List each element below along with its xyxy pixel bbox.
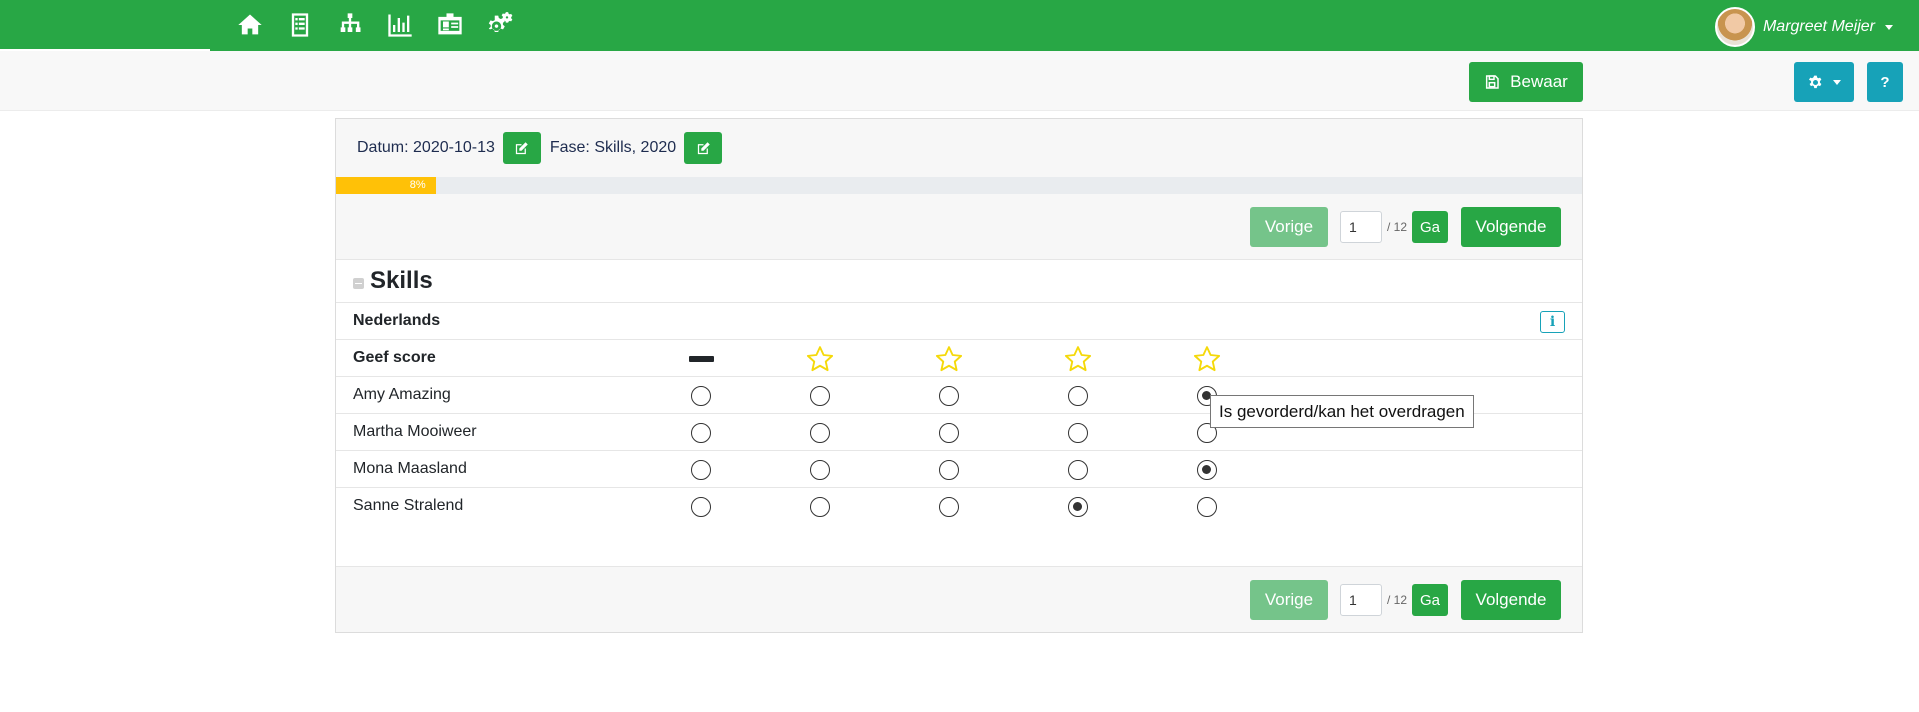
page-number-input[interactable] [1339,211,1382,243]
edit-icon [697,141,710,154]
hierarchy-icon[interactable] [336,10,364,40]
score-radio[interactable] [691,459,711,480]
floppy-disk-icon [1486,75,1499,89]
score-radio[interactable] [810,385,830,406]
score-radio[interactable] [1068,459,1088,480]
bottom-pager: Vorige / 12 Ga Volgende [336,566,1582,632]
student-name: Amy Amazing [353,386,451,403]
score-radio-cell [1063,451,1093,488]
avatar [1714,7,1755,47]
phase-text: Fase: Skills, 2020 [549,139,677,156]
star-icon[interactable] [805,340,835,377]
score-radio[interactable] [810,459,830,480]
caret-down-icon [1885,24,1893,30]
score-radio-cell [686,488,716,525]
score-radio-cell [1192,451,1222,488]
previous-button[interactable]: Vorige [1249,207,1328,247]
go-button[interactable]: Ga [1412,211,1448,243]
score-radio-cell [805,451,835,488]
settings-dropdown-button[interactable] [1794,62,1854,102]
section-title: Skills [370,267,433,294]
date-text: Datum: 2020-10-13 [357,139,495,156]
score-radio-cell [934,488,964,525]
score-radio-cell [805,488,835,525]
progress-fill: 8% [336,177,436,194]
gear-icon [1808,75,1821,88]
save-label: Bewaar [1510,72,1568,91]
score-radio[interactable] [939,422,959,443]
nav-icon-group [236,10,514,40]
student-name: Sanne Stralend [353,497,464,514]
score-radio[interactable] [1068,422,1088,443]
score-radio-cell [1063,414,1093,451]
action-toolbar: Bewaar ? [0,51,1919,111]
collapse-icon[interactable] [353,277,364,289]
star-icon[interactable] [1063,340,1093,377]
score-header-row: Geef score [336,340,1582,377]
star-icon[interactable] [934,340,964,377]
score-radio[interactable] [691,496,711,517]
score-radio-cell [934,414,964,451]
panel-header: Datum: 2020-10-13 Fase: Skills, 2020 [336,119,1582,177]
score-radio-cell [934,377,964,414]
score-radio[interactable] [939,496,959,517]
score-radio[interactable] [810,496,830,517]
progress-bar: 8% [336,177,1582,194]
score-radio[interactable] [1068,496,1088,517]
score-radio[interactable] [691,422,711,443]
page-total: / 12 [1386,593,1407,607]
score-radio-cell [1192,488,1222,525]
edit-date-button[interactable] [502,132,541,164]
previous-button[interactable]: Vorige [1249,580,1328,620]
next-button[interactable]: Volgende [1461,580,1561,620]
score-radio[interactable] [810,422,830,443]
subject-row: Nederlands i [336,303,1582,340]
caret-down-icon [1832,79,1841,85]
user-name: Margreet Meijer [1762,18,1875,35]
score-radio[interactable] [939,385,959,406]
edit-phase-button[interactable] [684,132,723,164]
user-menu[interactable]: Margreet Meijer [1714,7,1893,47]
student-row: Sanne Stralend [336,488,1582,525]
top-navbar: Margreet Meijer [0,0,1919,51]
id-card-icon[interactable] [436,10,464,40]
bar-chart-icon[interactable] [386,10,414,40]
score-radio[interactable] [1197,496,1217,517]
score-radio-cell [686,377,716,414]
no-score-dash[interactable] [686,340,716,377]
edit-icon [516,141,529,154]
info-button[interactable]: i [1540,311,1565,333]
score-radio-cell [805,414,835,451]
score-radio[interactable] [939,459,959,480]
section-header: Skills [336,260,1582,303]
page-number-input[interactable] [1339,584,1382,616]
star-icon[interactable] [1192,340,1222,377]
score-radio-cell [1063,488,1093,525]
subject-name: Nederlands [353,312,441,329]
student-row: Mona Maasland [336,451,1582,488]
save-button[interactable]: Bewaar [1469,62,1583,102]
home-icon[interactable] [236,10,264,40]
assessment-panel: Datum: 2020-10-13 Fase: Skills, 2020 8% … [335,118,1583,633]
score-radio[interactable] [691,385,711,406]
top-pager: Vorige / 12 Ga Volgende [336,194,1582,260]
help-button[interactable]: ? [1867,62,1903,102]
score-radio-cell [934,451,964,488]
score-radio-cell [805,377,835,414]
score-tooltip: Is gevorderd/kan het overdragen [1210,395,1474,428]
go-button[interactable]: Ga [1412,584,1448,616]
score-radio-cell [1063,377,1093,414]
student-name: Mona Maasland [353,460,467,477]
page-total: / 12 [1386,220,1407,234]
score-radio-cell [686,414,716,451]
checklist-icon[interactable] [286,10,314,40]
score-radio-cell [686,451,716,488]
score-label: Geef score [353,349,436,366]
score-radio[interactable] [1197,459,1217,480]
score-radio[interactable] [1068,385,1088,406]
student-name: Martha Mooiweer [353,423,477,440]
cogs-icon[interactable] [486,10,514,40]
next-button[interactable]: Volgende [1461,207,1561,247]
